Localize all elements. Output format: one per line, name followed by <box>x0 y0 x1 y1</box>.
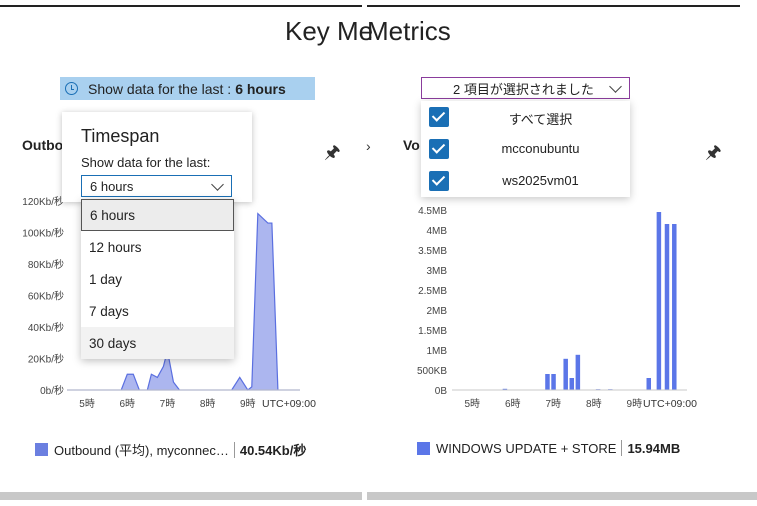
y-tick-label: 0b/秒 <box>40 384 64 397</box>
bar <box>575 354 581 390</box>
legend-value: 40.54Kb/秒 <box>239 443 307 458</box>
dropdown-selected-value: 6 hours <box>90 178 134 194</box>
timespan-prefix: Show data for the last : <box>88 80 232 97</box>
multiselect-options: すべて選択 mcconubuntu ws2025vm01 <box>421 101 630 197</box>
timespan-options-list: 6 hours 12 hours 1 day 7 days 30 days <box>81 199 234 359</box>
x-tick-label: 8時 <box>200 398 216 410</box>
option-mcconubuntu[interactable]: mcconubuntu <box>421 133 630 165</box>
timezone-label: UTC+09:00 <box>262 398 316 410</box>
bar <box>656 212 662 390</box>
chevron-right-icon: › <box>366 138 371 154</box>
y-tick-label: 120Kb/秒 <box>22 195 64 208</box>
legend-swatch <box>35 443 48 456</box>
y-tick-label: 3MB <box>426 266 447 277</box>
page-title-right: Metrics <box>367 16 451 46</box>
legend-label: WINDOWS UPDATE + STORE <box>436 440 617 456</box>
bar <box>664 224 670 390</box>
y-tick-label: 3.5MB <box>418 246 447 257</box>
legend-value: 15.94MB <box>627 440 681 456</box>
option-1-day[interactable]: 1 day <box>81 263 234 295</box>
x-tick-label: 8時 <box>586 398 602 410</box>
y-tick-label: 2.5MB <box>418 286 447 297</box>
clock-icon <box>65 82 78 95</box>
y-tick-label: 1.5MB <box>418 326 447 337</box>
checkbox-checked-icon[interactable] <box>429 139 449 159</box>
y-tick-label: 80Kb/秒 <box>28 258 64 271</box>
panel-top-border <box>0 5 362 7</box>
pin-icon[interactable]: 🖈 <box>705 140 722 170</box>
y-tick-label: 40Kb/秒 <box>28 321 64 334</box>
y-tick-label: 2MB <box>426 306 447 317</box>
x-tick-label: 9時 <box>240 398 256 410</box>
y-tick-label: 1MB <box>426 346 447 357</box>
legend-swatch <box>417 441 430 455</box>
horizontal-scrollbar[interactable] <box>0 492 362 500</box>
timespan-button[interactable]: Show data for the last : 6 hours <box>60 77 315 100</box>
option-30-days[interactable]: 30 days <box>81 327 234 359</box>
horizontal-scrollbar[interactable] <box>367 492 757 500</box>
machine-multiselect[interactable]: 2 項目が選択されました <box>421 77 630 99</box>
bar <box>545 374 550 390</box>
volume-chart: 0B 500KB 1MB 1.5MB 2MB 2.5MB 3MB 3.5MB 4MB 4.5MB 5… <box>417 206 697 410</box>
chart-title-volume: Vo <box>403 137 420 153</box>
page-title-left: Key Me <box>285 16 374 46</box>
x-tick-label: 6時 <box>119 398 135 410</box>
option-7-days[interactable]: 7 days <box>81 295 234 327</box>
bar <box>563 358 568 390</box>
x-tick-label: 7時 <box>546 398 562 410</box>
bar <box>646 378 652 390</box>
legend-label: Outbound (平均), myconnec… <box>54 443 229 458</box>
x-tick-label: 9時 <box>627 398 643 410</box>
chart-title-outbound: Outbo <box>22 137 64 153</box>
option-6-hours[interactable]: 6 hours <box>81 199 234 231</box>
timespan-dropdown[interactable]: 6 hours <box>81 175 232 197</box>
option-label: mcconubuntu <box>501 141 580 156</box>
x-tick-label: 6時 <box>505 398 521 410</box>
x-tick-label: 5時 <box>464 398 480 410</box>
y-tick-label: 100Kb/秒 <box>22 227 64 240</box>
popup-label: Show data for the last: <box>81 155 211 170</box>
panel-top-border <box>367 5 740 7</box>
x-tick-label: 5時 <box>79 398 95 410</box>
legend-outbound[interactable]: Outbound (平均), myconnec… 40.54Kb/秒 <box>35 440 306 459</box>
multiselect-summary: 2 項目が選択されました <box>453 81 594 97</box>
popup-title: Timespan <box>81 126 160 146</box>
option-label: すべて選択 <box>508 112 573 127</box>
y-tick-label: 500KB <box>417 366 447 377</box>
chevron-down-icon <box>609 80 622 93</box>
y-tick-label: 4.5MB <box>418 206 447 217</box>
bar <box>569 378 575 390</box>
timezone-label: UTC+09:00 <box>643 398 697 410</box>
y-tick-label: 4MB <box>426 226 447 237</box>
pin-icon[interactable]: 🖈 <box>324 140 341 170</box>
y-tick-label: 20Kb/秒 <box>28 353 64 366</box>
legend-divider <box>233 441 235 458</box>
x-tick-label: 7時 <box>160 398 176 410</box>
legend-windows-update[interactable]: WINDOWS UPDATE + STORE 15.94MB <box>417 440 680 456</box>
timespan-value: 6 hours <box>235 80 286 97</box>
y-tick-label: 60Kb/秒 <box>28 290 64 303</box>
bar <box>551 374 556 390</box>
chevron-down-icon <box>211 178 224 191</box>
legend-divider <box>621 440 623 456</box>
y-tick-label: 0B <box>435 386 448 397</box>
option-select-all[interactable]: すべて選択 <box>421 101 630 133</box>
checkbox-checked-icon[interactable] <box>429 107 449 127</box>
bar <box>672 224 677 390</box>
option-12-hours[interactable]: 12 hours <box>81 231 234 263</box>
